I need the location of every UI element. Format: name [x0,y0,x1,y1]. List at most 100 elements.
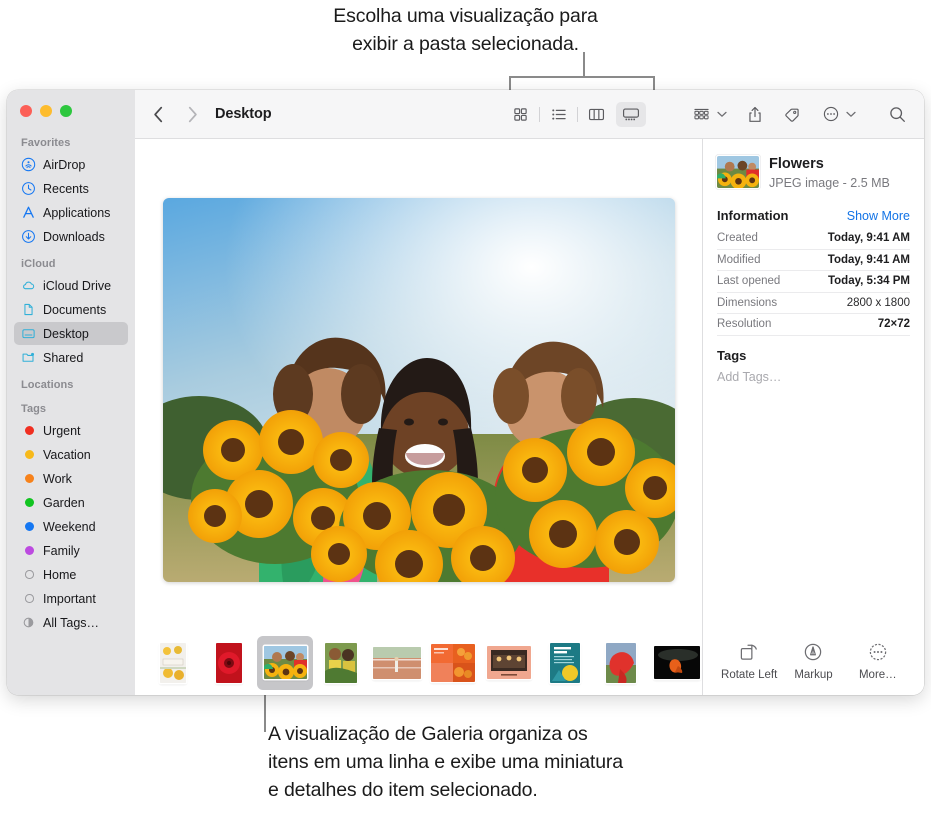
filmstrip-thumb-red-flower[interactable] [201,636,257,690]
minimize-button[interactable] [40,105,52,117]
sidebar-tag-garden[interactable]: Garden [14,491,128,514]
callout-top-leader-vertical [583,52,585,77]
thumbnail [487,646,531,679]
window-controls [20,105,72,117]
column-view-button[interactable] [583,102,610,127]
sidebar-tag-all-tags[interactable]: All Tags… [14,611,128,634]
more-button[interactable] [817,102,844,127]
cloud-icon [21,278,36,293]
toolbar-actions [688,102,911,127]
sidebar-header-locations: Locations [21,379,74,391]
sidebar-tag-important[interactable]: Important [14,587,128,610]
zoom-button[interactable] [60,105,72,117]
info-value: Today, 9:41 AM [827,232,910,245]
download-icon [21,229,36,244]
info-action-bar: Rotate Left Markup More… [717,641,910,695]
clock-icon [21,181,36,196]
filmstrip-thumb-marketing-flyer[interactable] [537,636,593,690]
sidebar-item-downloads[interactable]: Downloads [14,225,128,248]
sidebar-tag-work[interactable]: Work [14,467,128,490]
filmstrip-thumb-red-scarf-field[interactable] [593,636,649,690]
chevron-down-icon[interactable] [717,105,727,123]
thumbnail [431,643,475,682]
sidebar-tag-vacation[interactable]: Vacation [14,443,128,466]
sidebar-tag-home[interactable]: Home [14,563,128,586]
sidebar-item-shared[interactable]: Shared [14,346,128,369]
back-button[interactable] [145,106,171,123]
markup-button[interactable]: Markup [781,641,845,681]
sidebar-item-label: Documents [43,302,107,317]
filmstrip-thumb-orange-collage[interactable] [425,636,481,690]
sidebar-header-favorites: Favorites [21,137,71,149]
rotate-left-icon [739,641,759,663]
chevron-down-icon[interactable] [846,105,856,123]
sidebar-item-label: Home [43,567,77,582]
filmstrip-thumb-district-poster[interactable] [145,636,201,690]
thumbnail [160,642,186,683]
info-value: 72×72 [877,318,910,331]
thumbnail [325,642,357,683]
preview-image[interactable] [162,197,675,582]
toolbar: Desktop [135,90,924,139]
sidebar-item-recents[interactable]: Recents [14,177,128,200]
share-button[interactable] [741,102,768,127]
group-by-button[interactable] [688,102,715,127]
list-view-button[interactable] [545,102,572,127]
sidebar-tag-urgent[interactable]: Urgent [14,419,128,442]
section-title: Tags [717,347,747,363]
thumbnail [550,642,580,683]
sidebar-item-airdrop[interactable]: AirDrop [14,153,128,176]
sidebar-item-icloud-drive[interactable]: iCloud Drive [14,274,128,297]
callout-top-leader-bracket [509,76,655,78]
filmstrip[interactable] [135,630,702,695]
filmstrip-thumb-dark-abstract[interactable] [649,636,702,690]
tag-dot-icon [21,447,36,462]
filmstrip-thumb-flowers[interactable] [257,635,313,690]
gallery-view-button[interactable] [616,101,646,127]
rotate-left-button[interactable]: Rotate Left [717,641,781,681]
sidebar-item-applications[interactable]: Applications [14,201,128,224]
document-icon [21,302,36,317]
sidebar-item-documents[interactable]: Documents [14,298,128,321]
info-value: Today, 9:41 AM [827,253,910,266]
info-panel: Flowers JPEG image - 2.5 MB Information … [702,139,924,695]
sidebar-item-label: Weekend [43,519,96,534]
filmstrip-thumb-runner-track[interactable] [369,636,425,690]
close-button[interactable] [20,105,32,117]
search-button[interactable] [884,102,911,127]
filmstrip-thumb-restaurant-card[interactable] [481,636,537,690]
sidebar-item-label: Downloads [43,229,105,244]
tags-section-header: Tags [717,336,910,368]
thumbnail [606,642,636,683]
filmstrip-thumb-market-greens[interactable] [313,636,369,690]
sidebar-item-label: Shared [43,350,84,365]
sidebar-header-tags: Tags [21,403,47,415]
more-button[interactable]: More… [846,641,910,681]
sidebar-tag-family[interactable]: Family [14,539,128,562]
forward-button[interactable] [179,106,205,123]
sidebar-item-label: Desktop [43,326,89,341]
add-tags-field[interactable]: Add Tags… [717,368,910,384]
tags-button[interactable] [778,102,805,127]
info-row-modified: Modified Today, 9:41 AM [717,250,910,271]
tag-dot-icon [21,519,36,534]
screenshot-root: Escolha uma visualização para exibir a p… [0,0,931,827]
icon-view-button[interactable] [507,102,534,127]
sidebar-item-desktop[interactable]: Desktop [14,322,128,345]
callout-top-line-1: Escolha uma visualização para [333,5,598,27]
sidebar-item-label: Urgent [43,423,81,438]
info-key: Modified [717,253,761,266]
sidebar-item-label: AirDrop [43,157,86,172]
info-key: Dimensions [717,296,778,309]
tag-dot-hollow-icon [21,591,36,606]
callout-bottom-line-2: itens em uma linha e exibe uma miniatura [268,751,623,773]
sidebar-tag-weekend[interactable]: Weekend [14,515,128,538]
thumbnail [373,646,421,679]
file-subtitle: JPEG image - 2.5 MB [769,176,890,190]
show-more-link[interactable]: Show More [847,209,910,223]
sidebar-item-label: iCloud Drive [43,278,112,293]
action-label: Markup [794,669,833,681]
content-area: Flowers JPEG image - 2.5 MB Information … [135,139,924,695]
callout-bottom: A visualização de Galeria organiza os it… [268,720,828,804]
info-thumbnail [717,156,759,188]
